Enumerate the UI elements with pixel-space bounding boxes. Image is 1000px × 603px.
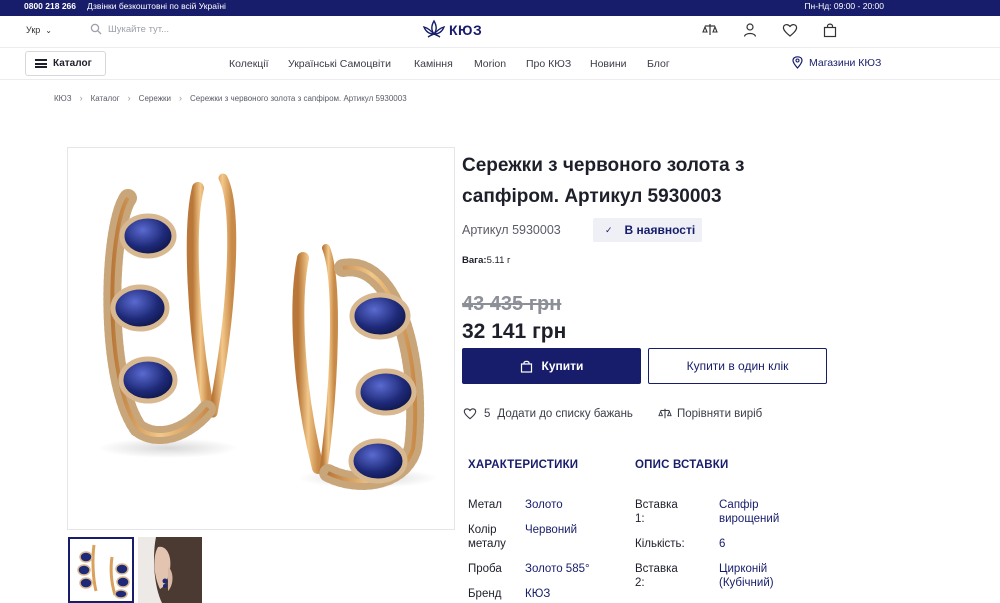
weight-label: Вага: xyxy=(462,255,487,266)
menu-icon xyxy=(35,59,47,68)
current-price: 32 141 грн xyxy=(462,320,567,343)
wishlist-count: 5 xyxy=(484,407,491,420)
working-hours: Пн-Нд: 09:00 - 20:00 xyxy=(804,1,884,11)
insert-label: Кількість: xyxy=(635,538,685,550)
logo-text: КЮЗ xyxy=(449,22,483,38)
logo[interactable]: КЮЗ xyxy=(422,19,482,41)
product-title: Сережки з червоного золота з сапфіром. А… xyxy=(462,155,745,207)
breadcrumb-earrings[interactable]: Сережки xyxy=(139,94,171,103)
spec-label: Проба xyxy=(468,563,502,575)
compare-label: Порівняти виріб xyxy=(677,407,763,420)
wishlist-label: Додати до списку бажань xyxy=(497,407,633,420)
spec-label: Метал xyxy=(468,499,502,511)
product-weight: Вага:5.11 г xyxy=(462,255,510,266)
breadcrumb-current: Сережки з червоного золота з сапфіром. А… xyxy=(190,93,407,103)
language-label: Укр xyxy=(26,25,41,35)
spec-value: Червоний xyxy=(525,524,578,536)
thumbnail-image xyxy=(138,537,202,603)
phone-number[interactable]: 0800 218 266 xyxy=(24,1,76,11)
status-badge: ✓ В наявності xyxy=(593,218,702,242)
main-nav: Каталог Колекції Українські Самоцвіти Ка… xyxy=(0,48,1000,80)
chevron-right-icon: › xyxy=(179,93,183,103)
search-icon xyxy=(90,23,102,35)
weight-value: 5.11 г xyxy=(486,255,511,266)
spec-value: КЮЗ xyxy=(525,588,551,600)
heart-icon[interactable] xyxy=(782,22,798,38)
language-selector[interactable]: Укр ⌄ xyxy=(26,25,52,35)
spec-value: Золото 585° xyxy=(525,563,590,575)
thumbnail-earrings[interactable] xyxy=(68,537,134,603)
insert-heading: ОПИС ВСТАВКИ xyxy=(635,459,729,471)
buy-one-click-button[interactable]: Купити в один клік xyxy=(648,348,827,384)
breadcrumb-catalog[interactable]: Каталог xyxy=(91,94,120,103)
nav-item-blog[interactable]: Блог xyxy=(647,58,670,70)
nav-item-about[interactable]: Про КЮЗ xyxy=(526,58,571,70)
compare-icon[interactable] xyxy=(702,22,718,38)
stores-label: Магазини КЮЗ xyxy=(809,56,882,69)
one-click-label: Купити в один клік xyxy=(686,359,789,373)
user-icon[interactable] xyxy=(742,22,758,38)
nav-item-news[interactable]: Новини xyxy=(590,58,627,70)
catalog-button[interactable]: Каталог xyxy=(25,51,106,76)
old-price: 43 435 грн xyxy=(462,293,562,315)
compare-icon xyxy=(658,408,672,419)
search-input[interactable]: Шукайте тут... xyxy=(90,23,169,35)
chevron-right-icon: › xyxy=(79,93,83,103)
thumbnail-image xyxy=(77,544,130,599)
insert-label: Вставка 1: xyxy=(635,499,678,525)
buy-label: Купити xyxy=(541,359,584,373)
spec-value: Золото xyxy=(525,499,563,511)
earrings-illustration xyxy=(98,173,438,490)
location-pin-icon xyxy=(792,56,803,69)
add-to-wishlist[interactable]: 5 Додати до списку бажань xyxy=(463,407,633,420)
buy-button[interactable]: Купити xyxy=(462,348,641,384)
insert-value: 6 xyxy=(719,538,726,550)
header: Укр ⌄ Шукайте тут... КЮЗ xyxy=(0,16,1000,48)
product-main-image[interactable] xyxy=(67,147,455,530)
spec-label: Бренд xyxy=(468,588,502,600)
top-info-bar: 0800 218 266 Дзвінки безкоштовні по всій… xyxy=(0,0,1000,16)
bag-icon xyxy=(520,360,532,373)
heart-icon xyxy=(463,408,477,420)
nav-item-ukrainian-gems[interactable]: Українські Самоцвіти xyxy=(288,58,391,70)
chevron-down-icon: ⌄ xyxy=(45,26,52,35)
nav-item-collections[interactable]: Колекції xyxy=(229,58,269,70)
header-icons xyxy=(702,22,838,38)
chevron-right-icon: › xyxy=(127,93,131,103)
breadcrumb: КЮЗ › Каталог › Сережки › Сережки з черв… xyxy=(54,93,407,103)
stores-link[interactable]: Магазини КЮЗ xyxy=(792,56,881,69)
stock-label: В наявності xyxy=(624,223,696,237)
nav-item-morion[interactable]: Morion xyxy=(474,58,506,70)
cart-icon[interactable] xyxy=(822,22,838,38)
compare-product[interactable]: Порівняти виріб xyxy=(658,407,762,420)
logo-flower-icon xyxy=(422,19,446,38)
breadcrumb-home[interactable]: КЮЗ xyxy=(54,94,72,103)
spec-label: Колір металу xyxy=(468,524,506,550)
thumbnail-model[interactable] xyxy=(138,537,202,603)
insert-value: Цирконій (Кубічний) xyxy=(719,563,774,589)
free-calls-note: Дзвінки безкоштовні по всій Україні xyxy=(87,1,226,11)
insert-label: Вставка 2: xyxy=(635,563,678,589)
search-placeholder: Шукайте тут... xyxy=(108,23,170,35)
catalog-label: Каталог xyxy=(53,58,92,69)
insert-value: Сапфір вирощений xyxy=(719,499,780,525)
specs-heading: ХАРАКТЕРИСТИКИ xyxy=(468,459,579,471)
product-article: Артикул 5930003 xyxy=(462,223,561,237)
nav-item-stones[interactable]: Каміння xyxy=(414,58,453,70)
check-icon: ✓ xyxy=(605,224,613,235)
